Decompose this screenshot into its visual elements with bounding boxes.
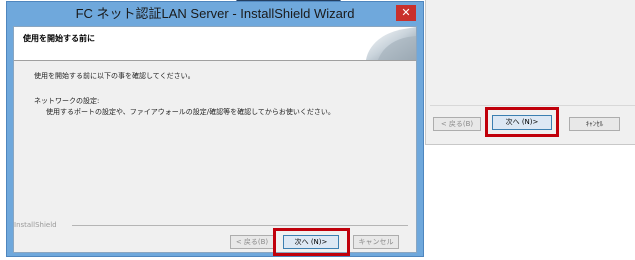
header-title: 使用を開始する前に (23, 34, 95, 43)
installshield-brand-label: InstallShield (14, 221, 57, 229)
close-icon[interactable]: ✕ (396, 5, 416, 21)
installshield-dialog: FC ネット認証LAN Server - InstallShield Wizar… (6, 1, 424, 257)
intro-text: 使用を開始する前に以下の事を確認してください。 (34, 72, 195, 80)
secondary-cancel-button[interactable]: ｷｬﾝｾﾙ (569, 117, 620, 131)
wizard-header: 使用を開始する前に (14, 27, 416, 61)
cancel-button[interactable]: キャンセル (353, 235, 399, 249)
back-button[interactable]: < 戻る(B) (230, 235, 274, 249)
dialog-client-area: 使用を開始する前に 使用を開始する前に以下の事を確認してください。 ネットワーク… (13, 26, 417, 256)
network-settings-detail: 使用するポートの設定や、ファイアウォールの設定/確認等を確認してからお使いくださ… (46, 108, 335, 116)
next-button-highlight (273, 228, 350, 256)
secondary-back-button[interactable]: < 戻る(B) (433, 117, 481, 131)
background-divider (430, 105, 635, 106)
network-settings-label: ネットワークの設定: (34, 97, 100, 105)
button-area-divider (72, 225, 408, 226)
installshield-logo-graphic (366, 27, 416, 60)
secondary-next-highlight (485, 107, 559, 137)
dialog-title: FC ネット認証LAN Server - InstallShield Wizar… (75, 6, 355, 21)
